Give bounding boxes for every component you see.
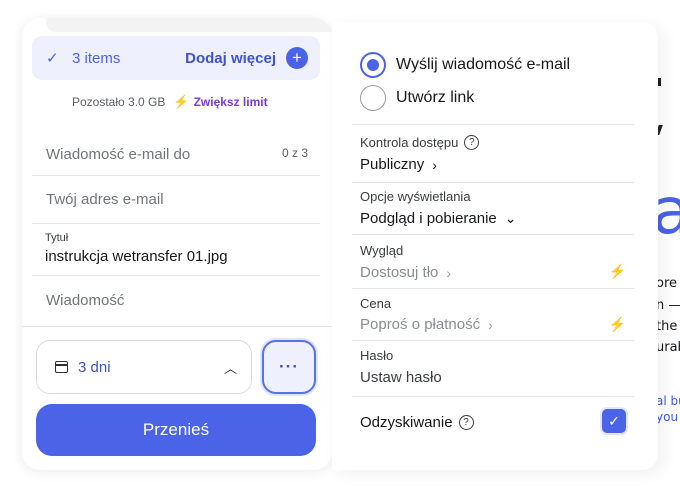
file-list-summary[interactable]: ✓ 3 items Dodaj więcej + xyxy=(32,36,320,80)
background-text: the xyxy=(656,319,678,334)
message-placeholder: Wiadomość xyxy=(46,292,125,309)
title-field[interactable]: Tytuł instrukcja wetransfer 01.jpg xyxy=(32,224,320,276)
appearance-label: Wygląd xyxy=(360,243,404,258)
storage-limit-row: Pozostało 3.0 GB ⚡ Zwiększ limit xyxy=(72,94,268,110)
chevron-right-icon: › xyxy=(432,156,437,173)
checkmark-icon: ✓ xyxy=(46,50,59,67)
create-link-option[interactable]: Utwórz link xyxy=(360,85,474,111)
ellipsis-icon: ··· xyxy=(279,357,299,376)
background-link[interactable]: al bu xyxy=(656,394,680,408)
expiry-select[interactable]: 3 dni ︿ xyxy=(36,340,252,394)
chevron-right-icon: › xyxy=(446,264,452,281)
title-value[interactable]: instrukcja wetransfer 01.jpg xyxy=(45,248,228,265)
help-icon[interactable]: ? xyxy=(464,135,480,150)
items-count[interactable]: 3 items xyxy=(72,50,120,67)
bolt-icon: ⚡ xyxy=(173,94,190,109)
recipient-counter: 0 z 3 xyxy=(281,146,308,160)
more-options-button[interactable]: ··· xyxy=(262,340,316,394)
price-option[interactable]: Cena Poproś o płatność › ⚡ xyxy=(352,288,634,340)
background-text: urab xyxy=(656,340,680,355)
display-options-label: Opcje wyświetlania xyxy=(360,189,471,204)
access-control-label: Kontrola dostępu xyxy=(360,135,459,150)
price-value: Poproś o płatność xyxy=(360,316,481,333)
display-options-value: Podgląd i pobieranie xyxy=(360,210,497,227)
increase-limit-link[interactable]: Zwiększ limit xyxy=(194,95,268,109)
plus-icon[interactable]: + xyxy=(286,47,308,69)
transfer-form-card: ✓ 3 items Dodaj więcej + Pozostało 3.0 G… xyxy=(22,18,332,470)
chevron-up-icon: ︿ xyxy=(223,360,237,376)
your-email-field[interactable]: Twój adres e-mail xyxy=(32,176,320,224)
access-control-value: Publiczny xyxy=(360,156,425,173)
chevron-down-icon: ⌄ xyxy=(504,210,517,226)
expiry-value: 3 dni xyxy=(78,358,111,376)
email-to-field[interactable]: Wiadomość e-mail do 0 z 3 xyxy=(32,126,320,176)
transfer-options-panel: Wyślij wiadomość e-mail Utwórz link Kont… xyxy=(332,22,658,470)
add-more-button[interactable]: Dodaj więcej xyxy=(185,50,276,67)
recovery-option[interactable]: Odzyskiwanie? ✓ xyxy=(352,396,634,450)
price-label: Cena xyxy=(360,296,392,311)
bolt-icon: ⚡ xyxy=(608,263,626,279)
create-link-label: Utwórz link xyxy=(396,89,475,106)
recovery-label: Odzyskiwanie xyxy=(360,414,453,431)
radio-unselected[interactable] xyxy=(360,85,386,111)
title-label: Tytuł xyxy=(45,232,69,244)
display-options-option[interactable]: Opcje wyświetlania Podgląd i pobieranie ⌄ xyxy=(352,182,634,234)
send-email-option[interactable]: Wyślij wiadomość e-mail xyxy=(360,52,570,78)
password-label: Hasło xyxy=(360,348,394,363)
recovery-checkbox[interactable]: ✓ xyxy=(602,409,626,433)
background-mark xyxy=(658,78,661,86)
send-email-label: Wyślij wiadomość e-mail xyxy=(396,56,571,73)
password-input[interactable]: Ustaw hasło xyxy=(360,369,442,386)
card-top-edge xyxy=(46,18,332,32)
background-link[interactable]: you xyxy=(656,410,678,424)
background-text: ore p xyxy=(656,276,680,291)
email-to-placeholder: Wiadomość e-mail do xyxy=(46,146,191,163)
access-control-option[interactable]: Kontrola dostępu? Publiczny › xyxy=(352,124,634,182)
bolt-icon: ⚡ xyxy=(608,316,626,332)
calendar-icon xyxy=(55,361,68,373)
help-icon[interactable]: ? xyxy=(458,415,474,430)
radio-selected[interactable] xyxy=(360,52,386,78)
transfer-button[interactable]: Przenieś xyxy=(36,404,316,456)
chevron-right-icon: › xyxy=(488,316,493,333)
appearance-value: Dostosuj tło xyxy=(360,264,439,281)
password-option[interactable]: Hasło Ustaw hasło xyxy=(352,340,634,396)
appearance-option[interactable]: Wygląd Dostosuj tło › ⚡ xyxy=(352,234,634,288)
background-text: n — xyxy=(656,298,680,313)
remaining-storage: Pozostało 3.0 GB xyxy=(72,95,166,109)
your-email-placeholder: Twój adres e-mail xyxy=(46,191,164,208)
divider xyxy=(22,326,332,327)
message-field[interactable]: Wiadomość xyxy=(32,276,320,326)
